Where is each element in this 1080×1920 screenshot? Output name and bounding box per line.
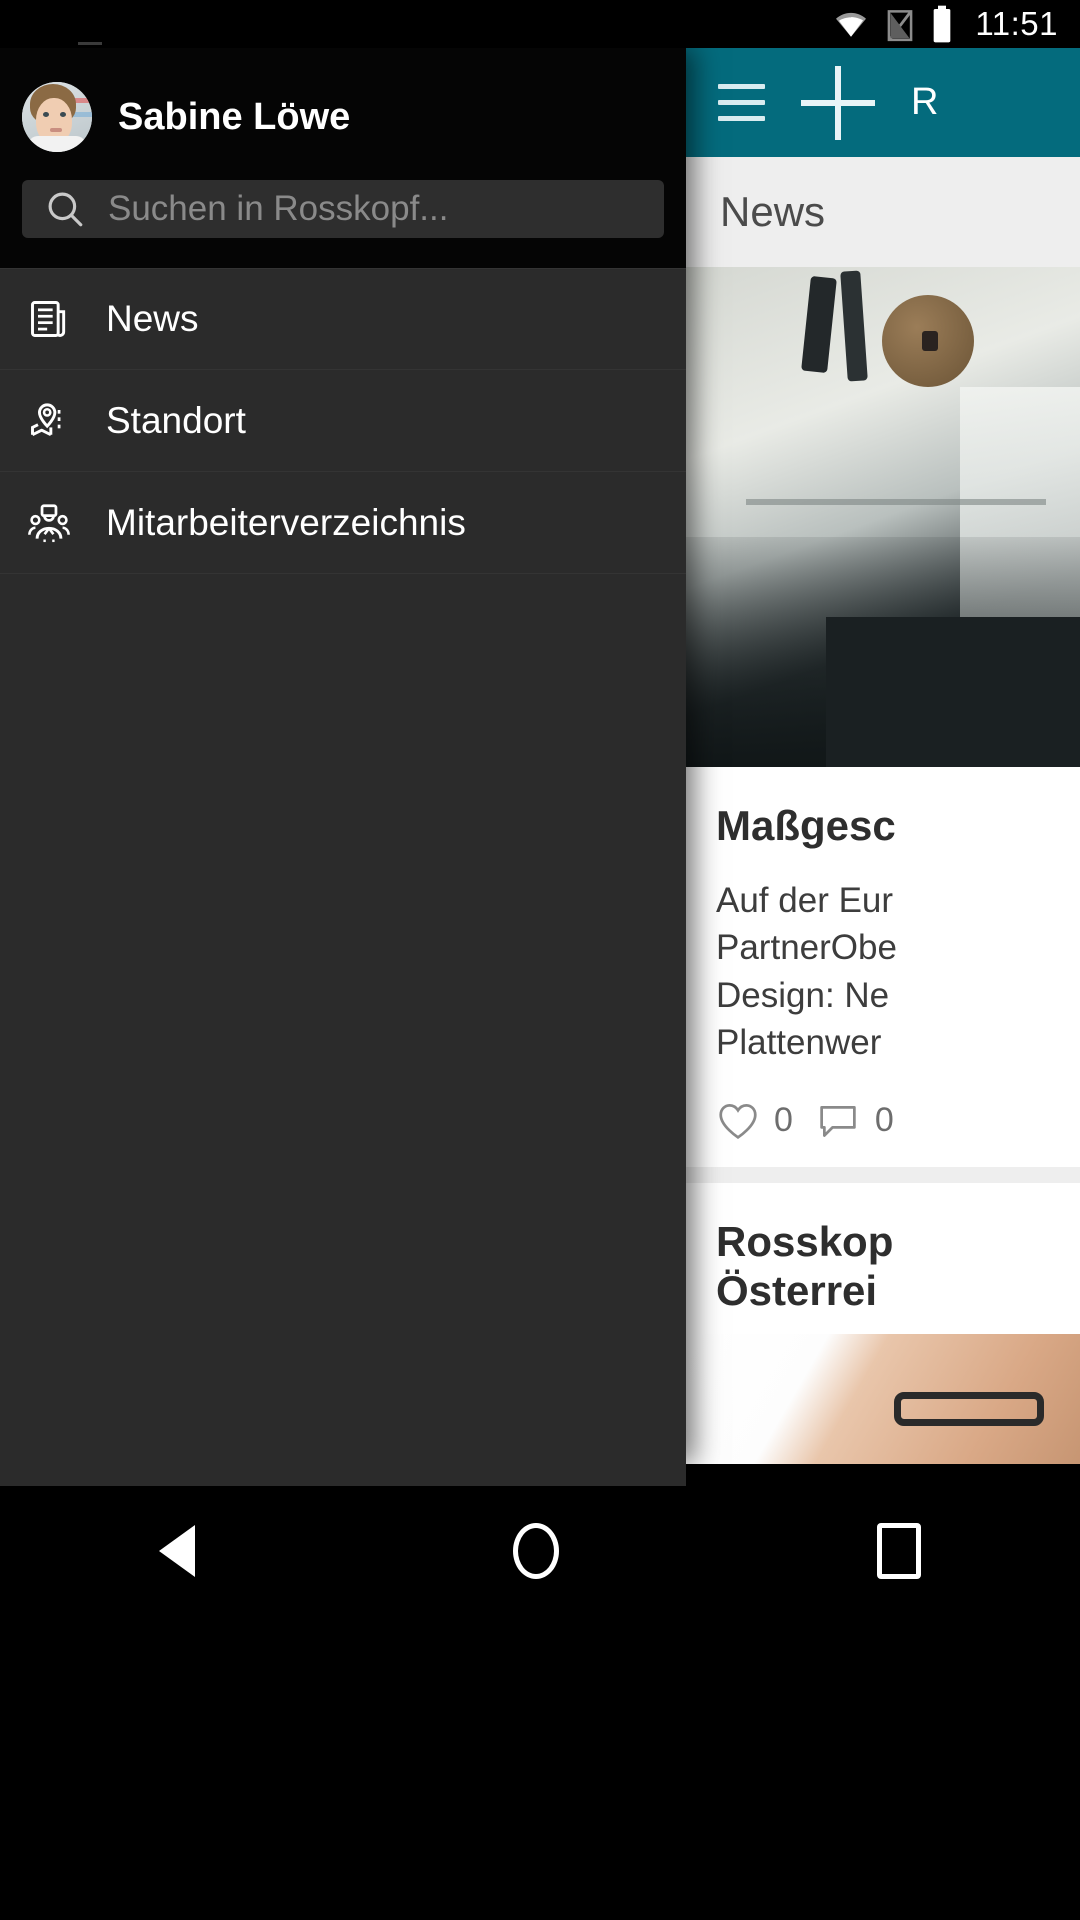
article-title: Rosskop Österrei — [716, 1217, 1050, 1316]
article-body-line: PartnerObe — [716, 928, 897, 968]
notification-indicator — [78, 42, 102, 45]
status-bar: 11:51 — [0, 0, 1080, 48]
wifi-icon — [831, 6, 871, 42]
plus-icon[interactable] — [801, 65, 875, 140]
comment-bubble-icon — [820, 1105, 856, 1137]
search-placeholder: Suchen in Rosskopf... — [108, 189, 449, 228]
section-header: News — [686, 157, 1080, 267]
comment-count: 0 — [874, 1101, 894, 1140]
like-button[interactable]: 0 — [716, 1101, 793, 1141]
article-body-line: Auf der Eur — [716, 880, 894, 920]
article-body-line: Plattenwer — [716, 1023, 882, 1063]
sidebar-item-label: Standort — [106, 399, 246, 441]
search-container: Suchen in Rosskopf... — [0, 152, 686, 268]
article-body-line: Design: Ne — [716, 975, 890, 1015]
section-title: News — [720, 188, 826, 235]
user-name: Sabine Löwe — [118, 95, 351, 138]
sidebar-item-mitarbeiterverzeichnis[interactable]: Mitarbeiterverzeichnis — [0, 472, 686, 574]
recents-square-icon[interactable] — [877, 1523, 921, 1579]
user-profile-row[interactable]: Sabine Löwe — [0, 82, 686, 152]
article-title: Maßgesc — [716, 802, 896, 849]
search-input[interactable]: Suchen in Rosskopf... — [22, 180, 664, 238]
app-content-pane: R News Maßgesc Auf der Eur PartnerObe De… — [686, 48, 1080, 1464]
drawer-bottom-edge — [0, 1464, 686, 1486]
comment-button[interactable]: 0 — [815, 1101, 894, 1141]
article-body: Auf der Eur PartnerObe Design: Ne Platte… — [716, 877, 1050, 1067]
android-navigation-bar — [0, 1464, 1080, 1920]
sidebar-item-label: Mitarbeiterverzeichnis — [106, 501, 466, 543]
newspaper-icon — [26, 296, 72, 342]
avatar[interactable] — [22, 82, 92, 152]
battery-icon — [929, 4, 955, 44]
sidebar-item-label: News — [106, 298, 199, 339]
heart-icon — [719, 1103, 757, 1139]
article-image — [686, 267, 1080, 767]
article-card[interactable]: Maßgesc Auf der Eur PartnerObe Design: N… — [686, 267, 1080, 1167]
drawer-header: Sabine Löwe Suchen in Rosskopf... — [0, 48, 686, 268]
people-group-icon — [26, 500, 72, 546]
article-title-line: Österrei — [716, 1267, 878, 1315]
home-circle-icon[interactable] — [513, 1523, 559, 1579]
article-card[interactable]: Rosskop Österrei — [686, 1182, 1080, 1464]
sidebar-item-standort[interactable]: Standort — [0, 370, 686, 472]
like-count: 0 — [774, 1101, 793, 1140]
map-pin-icon — [26, 398, 72, 444]
navigation-drawer: Sabine Löwe Suchen in Rosskopf... News S… — [0, 48, 686, 1464]
status-bar-clock: 11:51 — [975, 5, 1058, 42]
article-title-line: Rosskop — [716, 1217, 894, 1265]
back-triangle-icon[interactable] — [159, 1525, 195, 1577]
sidebar-item-news[interactable]: News — [0, 268, 686, 370]
app-bar: R — [686, 48, 1080, 157]
app-bar-title: R — [911, 81, 939, 123]
reaction-row: 0 0 — [716, 1101, 1050, 1141]
search-icon — [48, 192, 83, 227]
hamburger-menu-icon[interactable] — [718, 84, 765, 121]
drawer-nav-list: News Standort Mitarbeiterverzeichnis — [0, 268, 686, 574]
sim-off-icon — [885, 5, 915, 43]
article-image — [686, 1334, 1080, 1464]
